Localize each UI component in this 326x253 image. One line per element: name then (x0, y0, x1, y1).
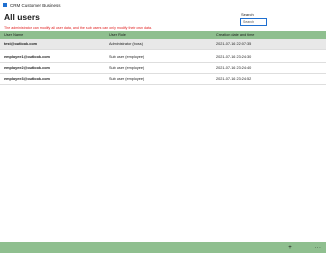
app-icon (3, 3, 7, 7)
app-window: CRM Customer Business All users Search S… (0, 0, 326, 253)
more-options-button[interactable]: ··· (313, 242, 323, 253)
table-row[interactable]: employee3@outlook.com Sub user (employee… (0, 74, 326, 85)
window-title: CRM Customer Business (10, 2, 61, 8)
user-role-cell: Sub user (employee) (109, 66, 145, 70)
add-user-button[interactable]: + (285, 242, 295, 253)
column-header-user-name[interactable]: User Name (4, 31, 23, 39)
command-bar: + ··· (0, 242, 326, 253)
column-header-creation-date[interactable]: Creation date and time (216, 31, 254, 39)
creation-date-cell: 2021-07-16 23:24:40 (216, 66, 252, 70)
permission-notice: The administrator can modify all user da… (4, 26, 153, 30)
creation-date-cell: 2021-07-16 23:24:52 (216, 77, 252, 81)
user-role-cell: Administrator (boss) (109, 42, 143, 46)
table-row[interactable]: employee2@outlook.com Sub user (employee… (0, 63, 326, 74)
user-name-cell: employee2@outlook.com (4, 66, 50, 70)
user-name-cell: employee3@outlook.com (4, 77, 50, 81)
table-header: User Name User Role Creation date and ti… (0, 31, 326, 39)
user-name-cell: employee1@outlook.com (4, 55, 50, 59)
table-row[interactable]: employee1@outlook.com Sub user (employee… (0, 52, 326, 63)
more-icon: ··· (314, 244, 322, 251)
search-input[interactable]: Search (240, 18, 267, 26)
creation-date-cell: 2021-07-16 22:07:35 (216, 42, 252, 46)
user-role-cell: Sub user (employee) (109, 77, 145, 81)
search-label: Search (241, 12, 254, 17)
user-role-cell: Sub user (employee) (109, 55, 145, 59)
title-bar: CRM Customer Business (0, 0, 326, 10)
table-row[interactable]: test@outlook.com Administrator (boss) 20… (0, 39, 326, 50)
user-name-cell: test@outlook.com (4, 42, 38, 46)
page-title: All users (4, 12, 40, 22)
column-header-user-role[interactable]: User Role (109, 31, 126, 39)
creation-date-cell: 2021-07-16 23:24:30 (216, 55, 252, 59)
plus-icon: + (288, 244, 292, 251)
